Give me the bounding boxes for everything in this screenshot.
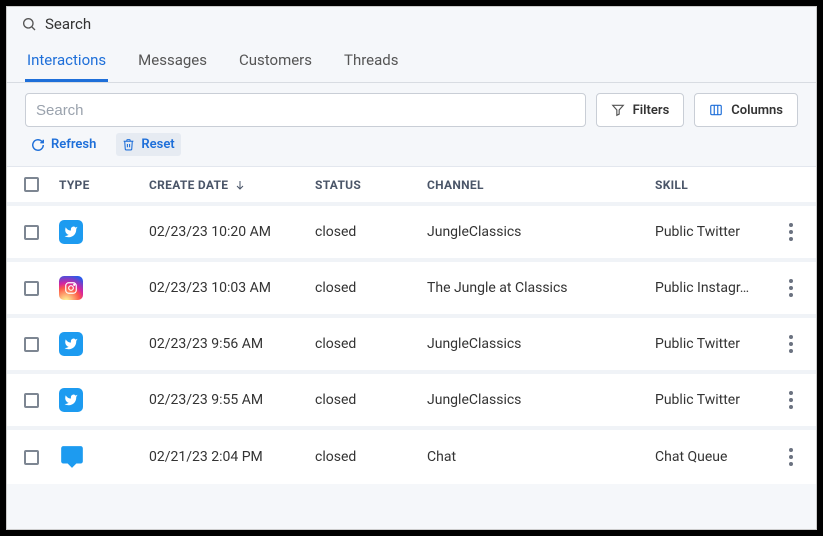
twitter-icon [59, 332, 83, 356]
cell-type [55, 332, 145, 356]
app-window: Search Interactions Messages Customers T… [6, 6, 817, 530]
row-menu-button[interactable] [771, 448, 811, 466]
filters-label: Filters [633, 103, 670, 118]
table-row[interactable]: 02/23/23 9:56 AMclosedJungleClassicsPubl… [7, 314, 816, 370]
reset-button[interactable]: Reset [116, 133, 180, 156]
cell-status: closed [311, 224, 423, 240]
columns-label: Columns [731, 103, 783, 118]
columns-button[interactable]: Columns [694, 93, 798, 127]
row-checkbox[interactable] [24, 450, 39, 465]
cell-type [55, 444, 145, 470]
refresh-icon [31, 138, 45, 152]
row-menu-button[interactable] [771, 223, 811, 241]
tab-customers[interactable]: Customers [237, 45, 314, 82]
cell-type [55, 388, 145, 412]
col-channel[interactable]: CHANNEL [423, 178, 651, 192]
cell-status: closed [311, 280, 423, 296]
row-checkbox[interactable] [24, 337, 39, 352]
table-header: TYPE CREATE DATE STATUS CHANNEL SKILL [7, 166, 816, 202]
refresh-button[interactable]: Refresh [25, 133, 102, 156]
table-row[interactable]: 02/21/23 2:04 PMclosedChatChat Queue [7, 426, 816, 484]
controls-row: Filters Columns [7, 83, 816, 133]
row-checkbox[interactable] [24, 225, 39, 240]
cell-channel: JungleClassics [423, 392, 651, 408]
search-input[interactable] [25, 93, 586, 127]
cell-skill: Public Instagr… [651, 280, 771, 296]
twitter-icon [59, 220, 83, 244]
row-checkbox[interactable] [24, 393, 39, 408]
col-skill[interactable]: SKILL [651, 178, 771, 192]
cell-status: closed [311, 449, 423, 465]
cell-create-date: 02/23/23 9:56 AM [145, 336, 311, 352]
row-menu-button[interactable] [771, 335, 811, 353]
action-row: Refresh Reset [7, 133, 816, 166]
tab-interactions[interactable]: Interactions [25, 45, 108, 82]
cell-channel: JungleClassics [423, 336, 651, 352]
row-menu-button[interactable] [771, 279, 811, 297]
cell-create-date: 02/21/23 2:04 PM [145, 449, 311, 465]
select-all-checkbox[interactable] [24, 177, 39, 192]
table-row[interactable]: 02/23/23 10:03 AMclosedThe Jungle at Cla… [7, 258, 816, 314]
twitter-icon [59, 388, 83, 412]
topbar-title: Search [45, 15, 91, 33]
row-checkbox[interactable] [24, 281, 39, 296]
columns-icon [709, 103, 723, 117]
cell-channel: JungleClassics [423, 224, 651, 240]
reset-label: Reset [141, 137, 174, 152]
filter-icon [611, 103, 625, 117]
table-row[interactable]: 02/23/23 10:20 AMclosedJungleClassicsPub… [7, 202, 816, 258]
table-row[interactable]: 02/23/23 9:55 AMclosedJungleClassicsPubl… [7, 370, 816, 426]
col-create-date[interactable]: CREATE DATE [145, 178, 311, 192]
sort-down-icon [234, 179, 246, 191]
refresh-label: Refresh [51, 137, 96, 152]
cell-create-date: 02/23/23 9:55 AM [145, 392, 311, 408]
row-menu-button[interactable] [771, 391, 811, 409]
trash-icon [122, 138, 135, 151]
cell-status: closed [311, 336, 423, 352]
cell-skill: Public Twitter [651, 336, 771, 352]
cell-channel: Chat [423, 449, 651, 465]
cell-status: closed [311, 392, 423, 408]
cell-skill: Chat Queue [651, 449, 771, 465]
tabs: Interactions Messages Customers Threads [7, 39, 816, 83]
cell-type [55, 220, 145, 244]
table: TYPE CREATE DATE STATUS CHANNEL SKILL 02… [7, 166, 816, 484]
search-icon [21, 16, 37, 32]
cell-skill: Public Twitter [651, 224, 771, 240]
tab-threads[interactable]: Threads [342, 45, 400, 82]
filters-button[interactable]: Filters [596, 93, 685, 127]
col-type[interactable]: TYPE [55, 178, 145, 192]
cell-create-date: 02/23/23 10:20 AM [145, 224, 311, 240]
topbar: Search [7, 7, 816, 39]
cell-channel: The Jungle at Classics [423, 280, 651, 296]
tab-messages[interactable]: Messages [136, 45, 209, 82]
col-status[interactable]: STATUS [311, 178, 423, 192]
cell-create-date: 02/23/23 10:03 AM [145, 280, 311, 296]
cell-skill: Public Twitter [651, 392, 771, 408]
instagram-icon [59, 276, 83, 300]
chat-icon [59, 444, 141, 470]
cell-type [55, 276, 145, 300]
